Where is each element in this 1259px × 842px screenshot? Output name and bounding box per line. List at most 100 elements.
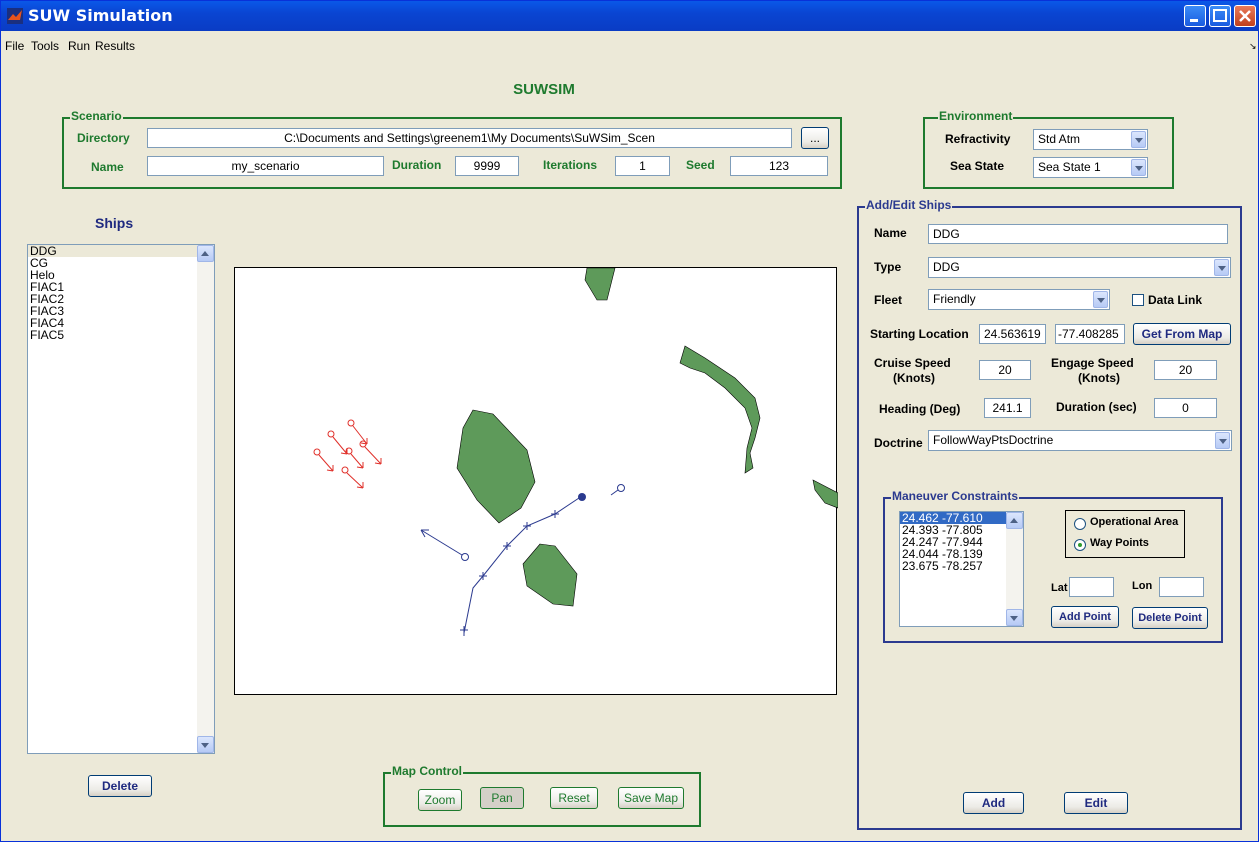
- seed-field[interactable]: 123: [730, 156, 828, 176]
- sea-state-label: Sea State: [950, 159, 1005, 173]
- menu-file[interactable]: File: [5, 39, 24, 53]
- chevron-down-icon[interactable]: [1215, 432, 1230, 449]
- page-title: SUWSIM: [513, 81, 575, 98]
- fleet-select[interactable]: Friendly: [928, 289, 1110, 310]
- duration-sec-field[interactable]: 0: [1154, 398, 1217, 418]
- cruise-speed-label: Cruise Speed: [874, 356, 951, 370]
- matlab-icon: [7, 8, 23, 24]
- scroll-down-icon[interactable]: [197, 736, 214, 753]
- add-edit-ships-panel: Add/Edit Ships Name DDG Type DDG Fleet F…: [857, 198, 1242, 830]
- cruise-speed-unit: (Knots): [893, 371, 935, 385]
- name-label: Name: [91, 160, 124, 174]
- menu-run[interactable]: Run: [68, 39, 90, 53]
- edit-ship-button[interactable]: Edit: [1064, 792, 1128, 814]
- hostile-fiac-contacts: [313, 419, 382, 489]
- data-link-checkbox[interactable]: [1132, 294, 1144, 306]
- app-window: SUW Simulation File Tools Run Results ↘ …: [0, 0, 1259, 842]
- waypoint-list[interactable]: 24.462 -77.610 24.393 -77.805 24.247 -77.944 2…: [899, 511, 1024, 627]
- get-from-map-button[interactable]: Get From Map: [1133, 323, 1231, 345]
- chevron-down-icon[interactable]: [1131, 159, 1146, 176]
- fleet-label: Fleet: [874, 293, 903, 307]
- scenario-panel: Scenario Directory C:\Documents and Sett…: [62, 109, 842, 189]
- ships-scrollbar[interactable]: [197, 245, 214, 753]
- close-icon: [1239, 10, 1251, 22]
- island-south: [522, 543, 578, 607]
- add-ship-button[interactable]: Add: [963, 792, 1024, 814]
- chevron-down-icon[interactable]: [1093, 291, 1108, 308]
- title-bar[interactable]: SUW Simulation: [1, 1, 1259, 31]
- operational-area-radio[interactable]: [1074, 518, 1086, 530]
- window-title: SUW Simulation: [28, 6, 173, 25]
- waypoint-items: 24.462 -77.610 24.393 -77.805 24.247 -77.944 2…: [900, 512, 1023, 572]
- engage-speed-unit: (Knots): [1078, 371, 1120, 385]
- operational-area-label: Operational Area: [1090, 516, 1179, 528]
- delete-point-button[interactable]: Delete Point: [1132, 607, 1208, 629]
- maneuver-title: Maneuver Constraints: [891, 489, 1020, 503]
- map-canvas[interactable]: [235, 267, 839, 696]
- pan-button[interactable]: Pan: [480, 787, 524, 809]
- ship-type-label: Type: [874, 260, 902, 274]
- ships-list[interactable]: DDG CG Helo FIAC1 FIAC2 FIAC3 FIAC4 FIAC5: [27, 244, 215, 754]
- doctrine-value: FollowWayPtsDoctrine: [933, 433, 1054, 447]
- refractivity-value: Std Atm: [1038, 132, 1081, 146]
- directory-field[interactable]: C:\Documents and Settings\greenem1\My Do…: [147, 128, 792, 148]
- menu-tools[interactable]: Tools: [31, 39, 59, 53]
- browse-button[interactable]: ...: [801, 127, 829, 149]
- data-link-label: Data Link: [1148, 293, 1203, 307]
- scroll-up-icon[interactable]: [1006, 512, 1023, 529]
- reset-button[interactable]: Reset: [550, 787, 598, 809]
- doctrine-select[interactable]: FollowWayPtsDoctrine: [928, 430, 1232, 451]
- list-item[interactable]: DDG: [28, 245, 214, 257]
- map-view[interactable]: [234, 267, 839, 696]
- engage-speed-field[interactable]: 20: [1154, 360, 1217, 380]
- start-lat-field[interactable]: 24.563619: [979, 324, 1046, 344]
- environment-title: Environment: [938, 109, 1014, 123]
- ship-type-select[interactable]: DDG: [928, 257, 1231, 278]
- island-central: [456, 409, 536, 524]
- ship-name-label: Name: [874, 226, 907, 240]
- lon-field[interactable]: [1159, 577, 1204, 597]
- scenario-name-field[interactable]: my_scenario: [147, 156, 384, 176]
- lat-label: Lat: [1051, 582, 1068, 594]
- list-item[interactable]: FIAC5: [28, 329, 214, 341]
- menu-results[interactable]: Results: [95, 39, 135, 53]
- duration-label: Duration: [392, 158, 442, 172]
- duration-field[interactable]: 9999: [455, 156, 519, 176]
- heading-label: Heading (Deg): [879, 402, 961, 416]
- add-point-button[interactable]: Add Point: [1051, 606, 1119, 628]
- minimize-button[interactable]: [1184, 5, 1206, 27]
- refractivity-label: Refractivity: [945, 132, 1011, 146]
- heading-field[interactable]: 241.1: [984, 398, 1031, 418]
- save-map-button[interactable]: Save Map: [618, 787, 684, 809]
- map-control-panel: Map Control Zoom Pan Reset Save Map: [383, 764, 701, 827]
- list-item[interactable]: CG: [28, 257, 214, 269]
- chevron-down-icon[interactable]: [1131, 131, 1146, 148]
- zoom-button[interactable]: Zoom: [418, 789, 462, 811]
- way-points-radio[interactable]: [1074, 539, 1086, 551]
- island-east: [679, 345, 761, 474]
- lat-field[interactable]: [1069, 577, 1114, 597]
- cruise-speed-field[interactable]: 20: [979, 360, 1031, 380]
- scroll-down-icon[interactable]: [1006, 609, 1023, 626]
- minimize-icon: [1190, 19, 1198, 22]
- island-north: [584, 267, 616, 301]
- list-item[interactable]: 23.675 -78.257: [900, 560, 1023, 572]
- refractivity-select[interactable]: Std Atm: [1033, 129, 1148, 150]
- ship-name-field[interactable]: DDG: [928, 224, 1228, 244]
- maximize-button[interactable]: [1209, 5, 1231, 27]
- island-east-edge: [812, 479, 839, 509]
- doctrine-label: Doctrine: [874, 436, 923, 450]
- sea-state-select[interactable]: Sea State 1: [1033, 157, 1148, 178]
- close-button[interactable]: [1234, 5, 1256, 27]
- add-edit-title: Add/Edit Ships: [865, 198, 953, 212]
- waypoint-scrollbar[interactable]: [1006, 512, 1023, 626]
- starting-location-label: Starting Location: [870, 327, 969, 341]
- start-lon-field[interactable]: -77.408285: [1055, 324, 1125, 344]
- scroll-up-icon[interactable]: [197, 245, 214, 262]
- ships-items: DDG CG Helo FIAC1 FIAC2 FIAC3 FIAC4 FIAC5: [28, 245, 214, 341]
- iterations-field[interactable]: 1: [615, 156, 670, 176]
- toolbar-toggle-icon[interactable]: ↘: [1249, 41, 1257, 52]
- chevron-down-icon[interactable]: [1214, 259, 1229, 276]
- delete-ship-button[interactable]: Delete: [88, 775, 152, 797]
- directory-label: Directory: [77, 131, 130, 145]
